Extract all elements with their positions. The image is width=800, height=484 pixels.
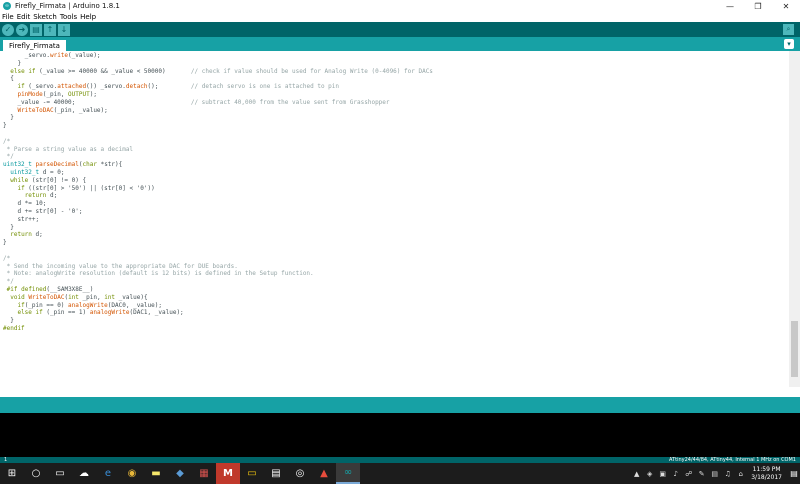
code-line[interactable]: return d; <box>3 192 789 200</box>
code-line[interactable]: * Note: analogWrite resolution (default … <box>3 270 789 278</box>
code-line[interactable]: /* <box>3 138 789 146</box>
sticky-notes-icon[interactable]: ▬ <box>144 463 168 484</box>
network-icon[interactable]: ☍ <box>682 463 695 484</box>
arduino-taskbar-icon[interactable]: ∞ <box>336 463 360 484</box>
code-line[interactable]: if ((str[0] > '50') || (str[0] < '0')) <box>3 185 789 193</box>
code-line[interactable]: else if (_value >= 40000 && _value < 500… <box>3 68 789 76</box>
menu-edit[interactable]: Edit <box>17 13 31 21</box>
code-editor[interactable]: _servo.write(_value); } else if (_value … <box>0 51 789 387</box>
code-line[interactable] <box>3 130 789 138</box>
code-line[interactable]: while (str[0] != 0) { <box>3 177 789 185</box>
code-line[interactable]: } <box>3 224 789 232</box>
menu-file[interactable]: File <box>2 13 14 21</box>
code-line[interactable]: if (_servo.attached()) _servo.detach(); … <box>3 83 789 91</box>
tab-bar: Firefly_Firmata ▾ <box>0 37 800 51</box>
code-line[interactable]: } <box>3 122 789 130</box>
console-output[interactable] <box>0 413 800 457</box>
volume-icon[interactable]: ♪ <box>669 463 682 484</box>
code-line[interactable]: d *= 10; <box>3 200 789 208</box>
code-line[interactable]: /* <box>3 255 789 263</box>
message-area <box>0 387 800 397</box>
code-line[interactable]: uint32_t parseDecimal(char *str){ <box>3 161 789 169</box>
code-line[interactable]: void WriteToDAC(int _pin, int _value){ <box>3 294 789 302</box>
code-line[interactable]: _value -= 40000; // subtract 40,000 from… <box>3 99 789 107</box>
code-line[interactable]: } <box>3 317 789 325</box>
tab-menu-button[interactable]: ▾ <box>784 39 794 49</box>
code-line[interactable]: if(_pin == 0) analogWrite(DAC0, _value); <box>3 302 789 310</box>
code-line[interactable]: } <box>3 114 789 122</box>
code-line[interactable]: { <box>3 75 789 83</box>
notification-icon[interactable]: ▤ <box>788 463 800 484</box>
acrobat-icon[interactable]: ▲ <box>312 463 336 484</box>
code-line[interactable]: d += str[0] - '0'; <box>3 208 789 216</box>
gmail-icon[interactable]: M <box>216 463 240 484</box>
code-line[interactable] <box>3 247 789 255</box>
arduino-logo-icon: ∞ <box>3 2 11 10</box>
open-sketch-button[interactable]: ↑ <box>44 23 56 36</box>
menu-sketch[interactable]: Sketch <box>33 13 57 21</box>
onedrive-icon[interactable]: ☁ <box>72 463 96 484</box>
chrome-icon[interactable]: ◉ <box>120 463 144 484</box>
code-line[interactable]: uint32_t d = 0; <box>3 169 789 177</box>
serial-monitor-button[interactable]: ⌕ <box>783 24 794 35</box>
code-line[interactable]: */ <box>3 278 789 286</box>
tab-firefly-firmata[interactable]: Firefly_Firmata <box>3 40 66 51</box>
keyboard-icon[interactable]: ▤ <box>708 463 721 484</box>
console-header <box>0 397 800 413</box>
scrollbar-thumb[interactable] <box>791 321 798 377</box>
window-titlebar: ∞ Firefly_Firmata | Arduino 1.8.1 — ❐ ✕ <box>0 0 800 12</box>
window-title: Firefly_Firmata | Arduino 1.8.1 <box>15 2 120 10</box>
window-controls: — ❐ ✕ <box>716 0 800 12</box>
windows-start-icon[interactable]: ⊞ <box>0 463 24 484</box>
restore-button[interactable]: ❐ <box>744 0 772 12</box>
code-line[interactable]: #if defined(__SAM3X8E__) <box>3 286 789 294</box>
menu-bar: File Edit Sketch Tools Help <box>0 12 800 22</box>
code-line[interactable]: } <box>3 239 789 247</box>
clock-time: 11:59 PM <box>752 465 781 473</box>
menu-help[interactable]: Help <box>80 13 96 21</box>
code-text[interactable]: _servo.write(_value); } else if (_value … <box>0 51 789 333</box>
wifi-icon[interactable]: ⌂ <box>734 463 747 484</box>
speaker-icon[interactable]: ♫ <box>721 463 734 484</box>
taskbar: ⊞ ○ ▭ ☁ e ◉ ▬ ◆ ▦ M ▭ ▤ ◎ ▲ ∞ ▲ ◈ ▣ ♪ ☍ … <box>0 463 800 484</box>
system-tray: ▲ ◈ ▣ ♪ ☍ ✎ ▤ ♫ ⌂ 11:59 PM 3/18/2017 ▤ <box>630 463 800 484</box>
code-line[interactable]: return d; <box>3 231 789 239</box>
arduino-ide-screen: ∞ Firefly_Firmata | Arduino 1.8.1 — ❐ ✕ … <box>0 0 800 484</box>
new-sketch-button[interactable]: ▤ <box>30 23 42 36</box>
code-line[interactable]: * Parse a string value as a decimal <box>3 146 789 154</box>
app-icon-grid[interactable]: ▤ <box>264 463 288 484</box>
code-line[interactable]: */ <box>3 153 789 161</box>
clock-date: 3/18/2017 <box>751 473 782 481</box>
code-line[interactable]: * Send the incoming value to the appropr… <box>3 263 789 271</box>
search-icon[interactable]: ○ <box>24 463 48 484</box>
code-line[interactable]: WriteToDAC(_pin, _value); <box>3 107 789 115</box>
save-sketch-button[interactable]: ↓ <box>58 23 70 36</box>
toolbar: ✓ ➜ ▤ ↑ ↓ <box>0 22 800 37</box>
editor-scrollbar[interactable] <box>789 51 800 387</box>
app-icon-circle[interactable]: ◎ <box>288 463 312 484</box>
task-view-icon[interactable]: ▭ <box>48 463 72 484</box>
upload-button[interactable]: ➜ <box>16 23 28 36</box>
verify-button[interactable]: ✓ <box>2 23 14 36</box>
close-button[interactable]: ✕ <box>772 0 800 12</box>
code-line[interactable]: _servo.write(_value); <box>3 52 789 60</box>
menu-tools[interactable]: Tools <box>60 13 77 21</box>
code-line[interactable]: str++; <box>3 216 789 224</box>
minimize-button[interactable]: — <box>716 0 744 12</box>
tray-app-icon[interactable]: ◈ <box>643 463 656 484</box>
code-line[interactable]: #endif <box>3 325 789 333</box>
pen-icon[interactable]: ✎ <box>695 463 708 484</box>
taskbar-clock[interactable]: 11:59 PM 3/18/2017 <box>751 466 782 482</box>
edge-icon[interactable]: e <box>96 463 120 484</box>
tray-expand-icon[interactable]: ▲ <box>630 463 643 484</box>
app-icon-red[interactable]: ▦ <box>192 463 216 484</box>
tray-display-icon[interactable]: ▣ <box>656 463 669 484</box>
code-line[interactable]: else if (_pin == 1) analogWrite(DAC1, _v… <box>3 309 789 317</box>
code-line[interactable]: pinMode(_pin, OUTPUT); <box>3 91 789 99</box>
app-icon-blue[interactable]: ◆ <box>168 463 192 484</box>
file-explorer-icon[interactable]: ▭ <box>240 463 264 484</box>
code-line[interactable]: } <box>3 60 789 68</box>
